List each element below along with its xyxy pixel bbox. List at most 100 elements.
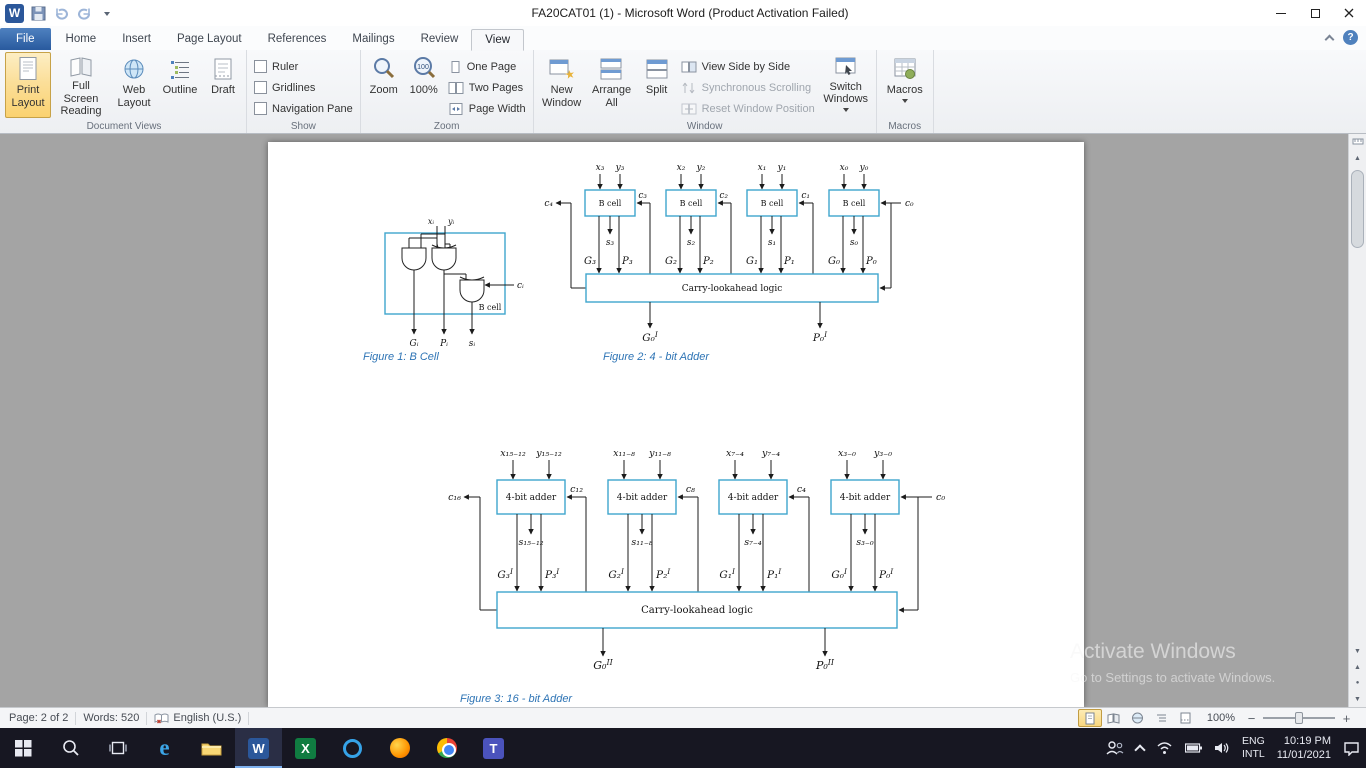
word-button[interactable] xyxy=(235,728,282,768)
one-page-button[interactable]: One Page xyxy=(444,56,530,77)
svg-text:P₁: P₁ xyxy=(783,256,795,267)
zoom-100-button[interactable]: 100 100% xyxy=(404,52,444,118)
document-page[interactable]: x₃ y₃ B cell s₃ G₃ P₃ x₂ y₂ B cell s₂ G₂ P₂ x₁ y₁ B ce… xyxy=(268,142,1084,707)
hidden-icons-button[interactable] xyxy=(1130,728,1150,768)
svg-text:y₁₅₋₁₂: y₁₅₋₁₂ xyxy=(535,448,562,459)
new-window-button[interactable]: New Window xyxy=(537,52,587,118)
undo-button[interactable] xyxy=(52,4,70,22)
tab-home[interactable]: Home xyxy=(53,28,110,50)
svg-text:4-bit adder: 4-bit adder xyxy=(728,493,779,503)
navigation-pane-checkbox-row[interactable]: Navigation Pane xyxy=(250,98,357,119)
switch-windows-dropdown-caret xyxy=(842,108,849,115)
view-side-by-side-button[interactable]: View Side by Side xyxy=(677,56,819,77)
svg-text:xᵢ: xᵢ xyxy=(428,217,435,226)
scrollbar-thumb[interactable] xyxy=(1350,170,1364,248)
draft-button[interactable]: Draft xyxy=(203,52,243,118)
svg-text:x₀: x₀ xyxy=(840,163,849,173)
status-view-print-layout[interactable] xyxy=(1077,709,1102,727)
scroll-down-button[interactable] xyxy=(1349,643,1366,659)
save-button[interactable] xyxy=(29,4,47,22)
proofing-status[interactable]: English (U.S.) xyxy=(147,708,248,728)
start-icon xyxy=(15,739,32,756)
full-screen-reading-button[interactable]: Full Screen Reading xyxy=(51,52,111,118)
firefox-button[interactable] xyxy=(376,728,423,768)
tab-mailings[interactable]: Mailings xyxy=(339,28,407,50)
help-icon[interactable] xyxy=(1343,30,1358,45)
arrange-all-button[interactable]: Arrange All xyxy=(587,52,637,118)
page-indicator[interactable]: Page: 2 of 2 xyxy=(2,708,75,728)
svg-text:B cell: B cell xyxy=(843,199,866,208)
action-center-button[interactable] xyxy=(1337,728,1366,768)
zoom-out-button[interactable] xyxy=(1244,711,1259,726)
battery-icon xyxy=(1184,743,1202,753)
tab-insert[interactable]: Insert xyxy=(109,28,164,50)
clock[interactable]: 10:19 PM 11/01/2021 xyxy=(1271,728,1337,768)
people-button[interactable] xyxy=(1100,728,1130,768)
figure-1-caption: Figure 1: B Cell xyxy=(363,351,439,363)
ruler-checkbox-row[interactable]: Ruler xyxy=(250,56,357,77)
print-layout-icon xyxy=(17,55,39,83)
edge-button[interactable] xyxy=(141,728,188,768)
tab-page-layout[interactable]: Page Layout xyxy=(164,28,255,50)
close-button[interactable] xyxy=(1332,0,1366,26)
task-view-button[interactable] xyxy=(94,728,141,768)
scroll-up-button[interactable] xyxy=(1349,150,1366,166)
maximize-button[interactable] xyxy=(1298,0,1332,26)
web-layout-button[interactable]: Web Layout xyxy=(111,52,157,118)
svg-text:G₀I: G₀I xyxy=(642,330,659,344)
navigation-pane-checkbox[interactable] xyxy=(254,102,267,115)
zoom-in-button[interactable] xyxy=(1339,711,1354,726)
scrollbar-track[interactable] xyxy=(1349,166,1366,643)
ribbon-collapse-icon[interactable] xyxy=(1324,33,1335,44)
start-button[interactable] xyxy=(0,728,47,768)
edge-icon xyxy=(159,735,169,761)
browser-button[interactable] xyxy=(329,728,376,768)
status-view-full-screen[interactable] xyxy=(1102,709,1126,727)
tab-view[interactable]: View xyxy=(471,29,525,51)
outline-button[interactable]: Outline xyxy=(157,52,203,118)
status-view-web-layout[interactable] xyxy=(1126,709,1150,727)
svg-text:cᵢ: cᵢ xyxy=(517,281,524,291)
qat-customize-dropdown[interactable] xyxy=(98,4,116,22)
network-button[interactable] xyxy=(1150,728,1179,768)
switch-windows-button[interactable]: Switch Windows xyxy=(819,52,873,118)
browse-next-button[interactable] xyxy=(1349,691,1366,707)
zoom-level[interactable]: 100% xyxy=(1198,712,1244,724)
tab-references[interactable]: References xyxy=(255,28,340,50)
split-button[interactable]: Split xyxy=(637,52,677,118)
gridlines-checkbox[interactable] xyxy=(254,81,267,94)
search-button[interactable] xyxy=(47,728,94,768)
teams-button[interactable] xyxy=(470,728,517,768)
macros-button[interactable]: Macros xyxy=(880,52,930,118)
reset-window-position-button[interactable]: Reset Window Position xyxy=(677,98,819,119)
word-count[interactable]: Words: 520 xyxy=(76,708,146,728)
synchronous-scrolling-button[interactable]: Synchronous Scrolling xyxy=(677,77,819,98)
language-switcher[interactable]: ENG INTL xyxy=(1236,728,1271,768)
tab-file[interactable]: File xyxy=(0,28,51,50)
word-app-icon[interactable]: W xyxy=(5,3,24,23)
zoom-button[interactable]: Zoom xyxy=(364,52,404,118)
excel-button[interactable] xyxy=(282,728,329,768)
print-layout-button[interactable]: Print Layout xyxy=(5,52,51,118)
zoom-slider[interactable] xyxy=(1263,712,1335,724)
browse-previous-button[interactable] xyxy=(1349,659,1366,675)
volume-button[interactable] xyxy=(1208,728,1236,768)
ruler-checkbox[interactable] xyxy=(254,60,267,73)
browser-icon xyxy=(343,738,362,758)
gridlines-checkbox-row[interactable]: Gridlines xyxy=(250,77,357,98)
two-pages-button[interactable]: Two Pages xyxy=(444,77,530,98)
status-view-outline[interactable] xyxy=(1150,709,1174,727)
battery-button[interactable] xyxy=(1179,728,1208,768)
vertical-scrollbar[interactable] xyxy=(1348,134,1366,707)
ruler-toggle-button[interactable] xyxy=(1349,134,1366,150)
group-macros: Macros Macros xyxy=(877,50,934,133)
chrome-button[interactable] xyxy=(423,728,470,768)
tab-review[interactable]: Review xyxy=(408,28,472,50)
zoom-slider-thumb[interactable] xyxy=(1295,712,1303,724)
minimize-button[interactable] xyxy=(1264,0,1298,26)
repeat-button[interactable] xyxy=(75,4,93,22)
select-browse-object-button[interactable] xyxy=(1349,675,1366,691)
status-view-draft[interactable] xyxy=(1174,709,1198,727)
explorer-button[interactable] xyxy=(188,728,235,768)
page-width-button[interactable]: Page Width xyxy=(444,98,530,119)
